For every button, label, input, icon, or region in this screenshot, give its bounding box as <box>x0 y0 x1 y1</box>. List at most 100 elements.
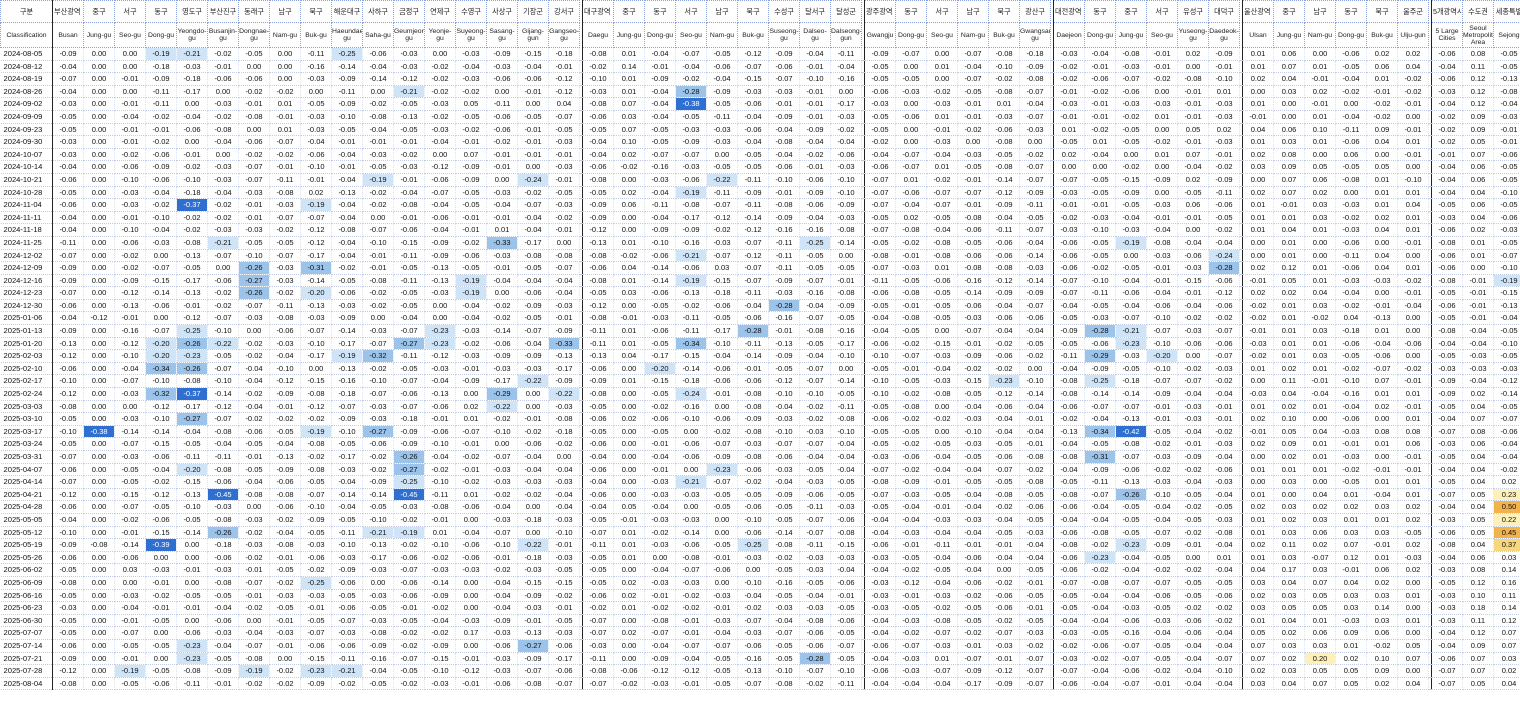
cell-daejeon-yuseong-gu: -0.03 <box>1177 412 1209 426</box>
cell-busan-gijang-gun: -0.13 <box>517 626 549 640</box>
cell-busan-seo-gu: -0.14 <box>114 425 146 439</box>
cell-busan-gijang-gun: -0.27 <box>517 639 549 653</box>
cell-gwangju-buk-gu: -0.05 <box>988 475 1020 489</box>
cell-ulsan-ulsan: 0.00 <box>1242 475 1274 489</box>
cell-busan-dongnae-gu: -0.03 <box>238 186 270 200</box>
cell-busan-dongnae-gu: -0.02 <box>238 601 270 615</box>
cell-busan-yeonje-gu: -0.01 <box>424 412 456 426</box>
cell-daegu-suseong-gu: -0.10 <box>768 173 800 187</box>
cell-daegu-nam-gu: -0.03 <box>706 236 738 250</box>
cell-gwangju-dong-gu: -0.09 <box>895 475 927 489</box>
cell-daejeon-seo-gu: -0.05 <box>1146 601 1178 615</box>
cell-ulsan-ulsan: 0.01 <box>1242 135 1274 149</box>
cell-other-5-large-cities: -0.04 <box>1431 160 1463 174</box>
cell-ulsan-buk-gu: 0.08 <box>1366 425 1398 439</box>
cell-daejeon-dong-gu: -0.05 <box>1084 236 1116 250</box>
cell-daejeon-daejeon: -0.02 <box>1053 412 1085 426</box>
cell-daegu-dalseong-gun: -0.01 <box>830 589 862 603</box>
cell-busan-nam-gu: -0.01 <box>269 639 301 653</box>
cell-busan-busan: -0.05 <box>52 626 84 640</box>
cell-ulsan-dong-gu: 0.00 <box>1335 97 1367 111</box>
cell-ulsan-dong-gu: 0.04 <box>1335 576 1367 590</box>
cell-ulsan-nam-gu: 0.00 <box>1304 47 1336 61</box>
cell-daegu-dong-gu: -0.04 <box>644 563 676 577</box>
col-header-kr-busan-yeonje-gu: 연제구 <box>424 0 456 23</box>
cell-daegu-seo-gu: 0.00 <box>675 425 707 439</box>
cell-busan-dong-gu: -0.02 <box>145 198 177 212</box>
cell-ulsan-nam-gu: 0.01 <box>1304 261 1336 275</box>
cell-busan-nam-gu: -0.01 <box>269 110 301 124</box>
cell-gwangju-seo-gu: 0.00 <box>926 72 958 86</box>
table-body: 2024-08-05 -0.09 0.00 0.00 -0.19 -0.21 -0.02 -0… <box>0 47 1520 691</box>
cell-daegu-jung-gu: 0.00 <box>613 362 645 376</box>
cell-busan-busan: -0.04 <box>52 85 84 99</box>
cell-daegu-suseong-gu: -0.03 <box>768 463 800 477</box>
cell-ulsan-ulsan: 0.02 <box>1242 412 1274 426</box>
cell-daegu-jung-gu: 0.07 <box>613 97 645 111</box>
cell-busan-yeonje-gu: -0.13 <box>424 387 456 401</box>
cell-busan-seo-gu: -0.03 <box>114 387 146 401</box>
cell-daejeon-yuseong-gu: -0.02 <box>1177 311 1209 326</box>
cell-ulsan-ulsan: 0.02 <box>1242 186 1274 200</box>
cell-busan-sasang-gu: -0.02 <box>486 412 518 426</box>
cell-daegu-dong-gu: -0.07 <box>644 626 676 640</box>
cell-busan-seo-gu: -0.10 <box>114 223 146 237</box>
cell-daegu-seo-gu: -0.34 <box>675 337 707 351</box>
cell-busan-sasang-gu: -0.01 <box>486 148 518 162</box>
cell-busan-sasang-gu: -0.09 <box>486 614 518 628</box>
cell-daegu-jung-gu: 0.10 <box>613 135 645 149</box>
cell-other-5-large-cities: -0.07 <box>1431 664 1463 678</box>
cell-busan-gangseo-gu: -0.01 <box>548 538 580 552</box>
cell-busan-yeonje-gu: -0.02 <box>424 60 456 74</box>
cell-busan-suyeong-gu: -0.01 <box>455 135 487 149</box>
cell-busan-haeundae-gu: -0.04 <box>331 211 363 225</box>
cell-ulsan-jung-gu: 0.03 <box>1273 135 1305 149</box>
cell-daegu-dong-gu: -0.12 <box>644 664 676 678</box>
cell-daegu-dong-gu: -0.16 <box>644 160 676 174</box>
cell-other-5-large-cities: -0.02 <box>1431 123 1463 137</box>
cell-gwangju-gwangju: -0.03 <box>864 589 896 603</box>
cell-daegu-nam-gu: -0.01 <box>706 387 738 401</box>
cell-busan-nam-gu: -0.08 <box>269 538 301 552</box>
col-header-en-busan-haeundae-gu: Haeundae-gu <box>331 22 363 48</box>
col-header-kr-gwangju-gwangju: 광주광역 <box>864 0 896 23</box>
cell-ulsan-ulju-gun: -0.05 <box>1397 526 1429 540</box>
cell-daegu-dong-gu: -0.07 <box>644 148 676 162</box>
cell-busan-haeundae-gu: -0.04 <box>331 198 363 212</box>
cell-ulsan-ulju-gun: -0.01 <box>1397 236 1429 250</box>
cell-daejeon-jung-gu: 0.00 <box>1115 249 1147 263</box>
cell-busan-busanjin-gu: -0.01 <box>207 60 239 74</box>
cell-daejeon-daedeok-gu: -0.04 <box>1208 387 1240 401</box>
cell-daegu-dalseong-gun: -0.04 <box>830 463 862 477</box>
cell-daegu-dalseong-gun: -0.14 <box>830 374 862 389</box>
cell-busan-dongnae-gu: -0.02 <box>238 677 270 691</box>
cell-daejeon-daejeon: -0.06 <box>1053 236 1085 250</box>
cell-busan-jung-gu: 0.00 <box>83 500 115 514</box>
cell-ulsan-jung-gu: 0.02 <box>1273 450 1305 464</box>
cell-busan-gijang-gun: -0.04 <box>517 463 549 477</box>
cell-busan-suyeong-gu: -0.09 <box>455 173 487 187</box>
cell-daegu-suseong-gu: -0.05 <box>768 362 800 376</box>
cell-gwangju-seo-gu: -0.05 <box>926 437 958 451</box>
cell-daegu-buk-gu: -0.06 <box>737 123 769 137</box>
cell-other-5-large-cities: -0.06 <box>1431 526 1463 540</box>
cell-daejeon-jung-gu: -0.16 <box>1115 626 1147 640</box>
cell-busan-dong-gu: -0.14 <box>145 425 177 439</box>
cell-busan-dongnae-gu: -0.04 <box>238 374 270 389</box>
cell-other-sejong: -0.03 <box>1493 110 1520 124</box>
cell-daegu-nam-gu: -0.09 <box>706 450 738 464</box>
cell-daejeon-dong-gu: -0.02 <box>1084 652 1116 666</box>
cell-busan-seo-gu: -0.01 <box>114 614 146 628</box>
cell-busan-nam-gu: -0.09 <box>269 387 301 401</box>
cell-ulsan-nam-gu: 0.04 <box>1304 286 1336 300</box>
cell-busan-seo-gu: -0.02 <box>114 148 146 162</box>
cell-daejeon-dong-gu: -0.04 <box>1084 677 1116 691</box>
cell-other-5-large-cities: -0.05 <box>1431 286 1463 300</box>
table-row: 2024-10-07 -0.03 0.00 -0.02 -0.06 -0.01 0.00 -0… <box>0 148 1520 162</box>
cell-busan-gijang-gun: 0.00 <box>517 400 549 414</box>
cell-busan-suyeong-gu: -0.01 <box>455 652 487 666</box>
cell-gwangju-seo-gu: 0.00 <box>926 324 958 338</box>
cell-ulsan-dong-gu: -0.05 <box>1335 349 1367 363</box>
cell-ulsan-jung-gu: -0.01 <box>1273 198 1305 212</box>
cell-daegu-suseong-gu: -0.04 <box>768 614 800 628</box>
